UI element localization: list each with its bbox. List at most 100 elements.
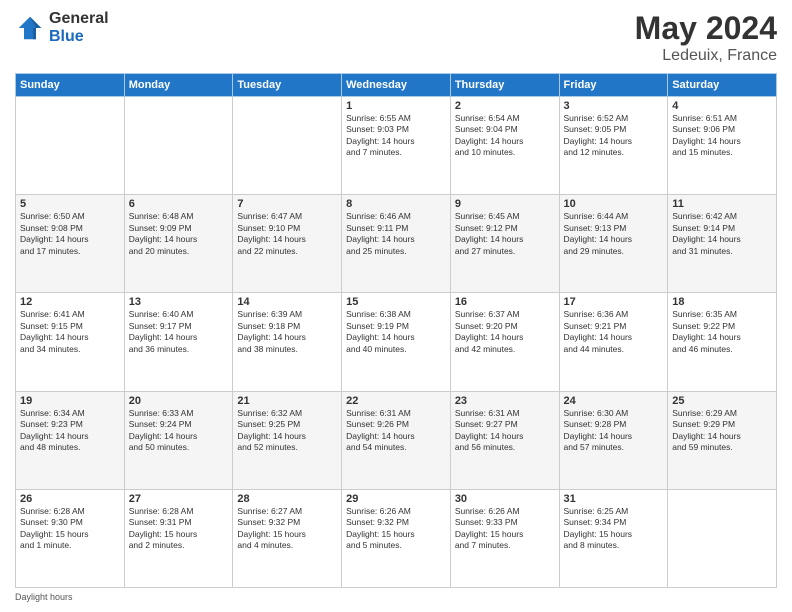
col-sunday: Sunday xyxy=(16,74,125,97)
day-number: 25 xyxy=(672,395,772,407)
calendar-cell: 29Sunrise: 6:26 AM Sunset: 9:32 PM Dayli… xyxy=(342,489,451,587)
calendar-week-5: 26Sunrise: 6:28 AM Sunset: 9:30 PM Dayli… xyxy=(16,489,777,587)
day-number: 17 xyxy=(564,296,664,308)
day-info: Sunrise: 6:47 AM Sunset: 9:10 PM Dayligh… xyxy=(237,211,337,257)
calendar-cell: 30Sunrise: 6:26 AM Sunset: 9:33 PM Dayli… xyxy=(450,489,559,587)
day-info: Sunrise: 6:32 AM Sunset: 9:25 PM Dayligh… xyxy=(237,408,337,454)
col-thursday: Thursday xyxy=(450,74,559,97)
day-number: 23 xyxy=(455,395,555,407)
title-block: May 2024 Ledeuix, France xyxy=(635,10,777,65)
day-number: 4 xyxy=(672,100,772,112)
calendar-table: Sunday Monday Tuesday Wednesday Thursday… xyxy=(15,73,777,588)
calendar-cell: 24Sunrise: 6:30 AM Sunset: 9:28 PM Dayli… xyxy=(559,391,668,489)
calendar-week-4: 19Sunrise: 6:34 AM Sunset: 9:23 PM Dayli… xyxy=(16,391,777,489)
day-info: Sunrise: 6:51 AM Sunset: 9:06 PM Dayligh… xyxy=(672,113,772,159)
day-number: 5 xyxy=(20,198,120,210)
calendar-cell: 17Sunrise: 6:36 AM Sunset: 9:21 PM Dayli… xyxy=(559,293,668,391)
logo-icon xyxy=(15,13,45,43)
day-number: 31 xyxy=(564,493,664,505)
calendar-cell: 16Sunrise: 6:37 AM Sunset: 9:20 PM Dayli… xyxy=(450,293,559,391)
day-number: 7 xyxy=(237,198,337,210)
day-info: Sunrise: 6:31 AM Sunset: 9:27 PM Dayligh… xyxy=(455,408,555,454)
day-info: Sunrise: 6:52 AM Sunset: 9:05 PM Dayligh… xyxy=(564,113,664,159)
logo-text: General Blue xyxy=(49,10,109,45)
col-saturday: Saturday xyxy=(668,74,777,97)
calendar-cell: 8Sunrise: 6:46 AM Sunset: 9:11 PM Daylig… xyxy=(342,195,451,293)
logo: General Blue xyxy=(15,10,109,45)
day-number: 15 xyxy=(346,296,446,308)
day-number: 11 xyxy=(672,198,772,210)
calendar-cell: 1Sunrise: 6:55 AM Sunset: 9:03 PM Daylig… xyxy=(342,97,451,195)
calendar-cell: 2Sunrise: 6:54 AM Sunset: 9:04 PM Daylig… xyxy=(450,97,559,195)
day-number: 14 xyxy=(237,296,337,308)
day-number: 6 xyxy=(129,198,229,210)
calendar-cell: 18Sunrise: 6:35 AM Sunset: 9:22 PM Dayli… xyxy=(668,293,777,391)
calendar-cell: 12Sunrise: 6:41 AM Sunset: 9:15 PM Dayli… xyxy=(16,293,125,391)
calendar-cell xyxy=(233,97,342,195)
title-location: Ledeuix, France xyxy=(635,47,777,65)
calendar-cell: 9Sunrise: 6:45 AM Sunset: 9:12 PM Daylig… xyxy=(450,195,559,293)
day-info: Sunrise: 6:35 AM Sunset: 9:22 PM Dayligh… xyxy=(672,309,772,355)
col-tuesday: Tuesday xyxy=(233,74,342,97)
header: General Blue May 2024 Ledeuix, France xyxy=(15,10,777,65)
day-number: 19 xyxy=(20,395,120,407)
page: General Blue May 2024 Ledeuix, France Su… xyxy=(0,0,792,612)
calendar-header-row: Sunday Monday Tuesday Wednesday Thursday… xyxy=(16,74,777,97)
day-number: 18 xyxy=(672,296,772,308)
day-number: 28 xyxy=(237,493,337,505)
calendar-cell: 21Sunrise: 6:32 AM Sunset: 9:25 PM Dayli… xyxy=(233,391,342,489)
day-number: 22 xyxy=(346,395,446,407)
calendar-cell: 4Sunrise: 6:51 AM Sunset: 9:06 PM Daylig… xyxy=(668,97,777,195)
calendar-cell: 13Sunrise: 6:40 AM Sunset: 9:17 PM Dayli… xyxy=(124,293,233,391)
day-info: Sunrise: 6:42 AM Sunset: 9:14 PM Dayligh… xyxy=(672,211,772,257)
day-number: 27 xyxy=(129,493,229,505)
day-info: Sunrise: 6:44 AM Sunset: 9:13 PM Dayligh… xyxy=(564,211,664,257)
day-info: Sunrise: 6:55 AM Sunset: 9:03 PM Dayligh… xyxy=(346,113,446,159)
day-number: 29 xyxy=(346,493,446,505)
day-info: Sunrise: 6:54 AM Sunset: 9:04 PM Dayligh… xyxy=(455,113,555,159)
day-info: Sunrise: 6:41 AM Sunset: 9:15 PM Dayligh… xyxy=(20,309,120,355)
day-number: 2 xyxy=(455,100,555,112)
day-number: 1 xyxy=(346,100,446,112)
day-number: 16 xyxy=(455,296,555,308)
col-friday: Friday xyxy=(559,74,668,97)
calendar-cell: 26Sunrise: 6:28 AM Sunset: 9:30 PM Dayli… xyxy=(16,489,125,587)
day-info: Sunrise: 6:25 AM Sunset: 9:34 PM Dayligh… xyxy=(564,506,664,552)
col-wednesday: Wednesday xyxy=(342,74,451,97)
day-info: Sunrise: 6:39 AM Sunset: 9:18 PM Dayligh… xyxy=(237,309,337,355)
day-info: Sunrise: 6:45 AM Sunset: 9:12 PM Dayligh… xyxy=(455,211,555,257)
calendar-cell: 7Sunrise: 6:47 AM Sunset: 9:10 PM Daylig… xyxy=(233,195,342,293)
day-info: Sunrise: 6:28 AM Sunset: 9:31 PM Dayligh… xyxy=(129,506,229,552)
day-info: Sunrise: 6:27 AM Sunset: 9:32 PM Dayligh… xyxy=(237,506,337,552)
calendar-cell: 14Sunrise: 6:39 AM Sunset: 9:18 PM Dayli… xyxy=(233,293,342,391)
day-info: Sunrise: 6:30 AM Sunset: 9:28 PM Dayligh… xyxy=(564,408,664,454)
calendar-week-3: 12Sunrise: 6:41 AM Sunset: 9:15 PM Dayli… xyxy=(16,293,777,391)
day-number: 3 xyxy=(564,100,664,112)
day-number: 8 xyxy=(346,198,446,210)
calendar-cell xyxy=(16,97,125,195)
day-number: 13 xyxy=(129,296,229,308)
day-number: 21 xyxy=(237,395,337,407)
day-info: Sunrise: 6:33 AM Sunset: 9:24 PM Dayligh… xyxy=(129,408,229,454)
logo-blue-text: Blue xyxy=(49,28,109,46)
day-info: Sunrise: 6:50 AM Sunset: 9:08 PM Dayligh… xyxy=(20,211,120,257)
calendar-cell: 3Sunrise: 6:52 AM Sunset: 9:05 PM Daylig… xyxy=(559,97,668,195)
day-info: Sunrise: 6:38 AM Sunset: 9:19 PM Dayligh… xyxy=(346,309,446,355)
calendar-cell: 23Sunrise: 6:31 AM Sunset: 9:27 PM Dayli… xyxy=(450,391,559,489)
day-number: 10 xyxy=(564,198,664,210)
calendar-cell: 25Sunrise: 6:29 AM Sunset: 9:29 PM Dayli… xyxy=(668,391,777,489)
footer-note: Daylight hours xyxy=(15,592,777,602)
day-info: Sunrise: 6:36 AM Sunset: 9:21 PM Dayligh… xyxy=(564,309,664,355)
col-monday: Monday xyxy=(124,74,233,97)
calendar-cell: 5Sunrise: 6:50 AM Sunset: 9:08 PM Daylig… xyxy=(16,195,125,293)
day-info: Sunrise: 6:26 AM Sunset: 9:32 PM Dayligh… xyxy=(346,506,446,552)
calendar-cell: 10Sunrise: 6:44 AM Sunset: 9:13 PM Dayli… xyxy=(559,195,668,293)
day-number: 12 xyxy=(20,296,120,308)
day-info: Sunrise: 6:37 AM Sunset: 9:20 PM Dayligh… xyxy=(455,309,555,355)
calendar-cell: 22Sunrise: 6:31 AM Sunset: 9:26 PM Dayli… xyxy=(342,391,451,489)
calendar-cell: 19Sunrise: 6:34 AM Sunset: 9:23 PM Dayli… xyxy=(16,391,125,489)
day-number: 20 xyxy=(129,395,229,407)
day-number: 30 xyxy=(455,493,555,505)
day-number: 9 xyxy=(455,198,555,210)
calendar-cell xyxy=(668,489,777,587)
